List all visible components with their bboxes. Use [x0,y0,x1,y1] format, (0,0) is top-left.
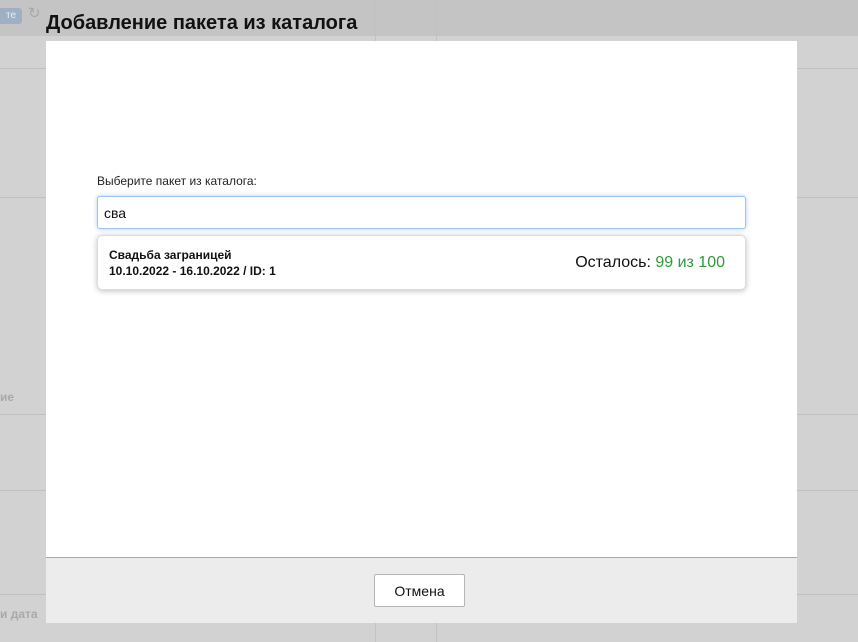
search-result-item[interactable]: Свадьба заграницей 10.10.2022 - 16.10.20… [97,235,746,290]
package-search-input[interactable] [97,196,746,229]
remaining-count: 99 из 100 [655,254,725,271]
cancel-button[interactable]: Отмена [374,574,465,607]
refresh-icon: ↻ [28,5,41,22]
background-button: те [0,8,22,24]
background-label: и дата [0,607,38,621]
background-label: ие [0,390,15,404]
package-name: Свадьба заграницей [109,248,232,262]
modal-footer: Отмена [46,557,797,623]
package-field-label: Выберите пакет из каталога: [97,174,257,188]
modal-body: Выберите пакет из каталога: Свадьба загр… [46,41,797,557]
modal-title: Добавление пакета из каталога [46,12,358,34]
remaining-label: Осталось: [575,254,651,271]
package-dates-id: 10.10.2022 - 16.10.2022 / ID: 1 [109,264,276,278]
add-package-modal: Выберите пакет из каталога: Свадьба загр… [46,41,797,623]
package-remaining: Осталось: 99 из 100 [575,254,725,272]
